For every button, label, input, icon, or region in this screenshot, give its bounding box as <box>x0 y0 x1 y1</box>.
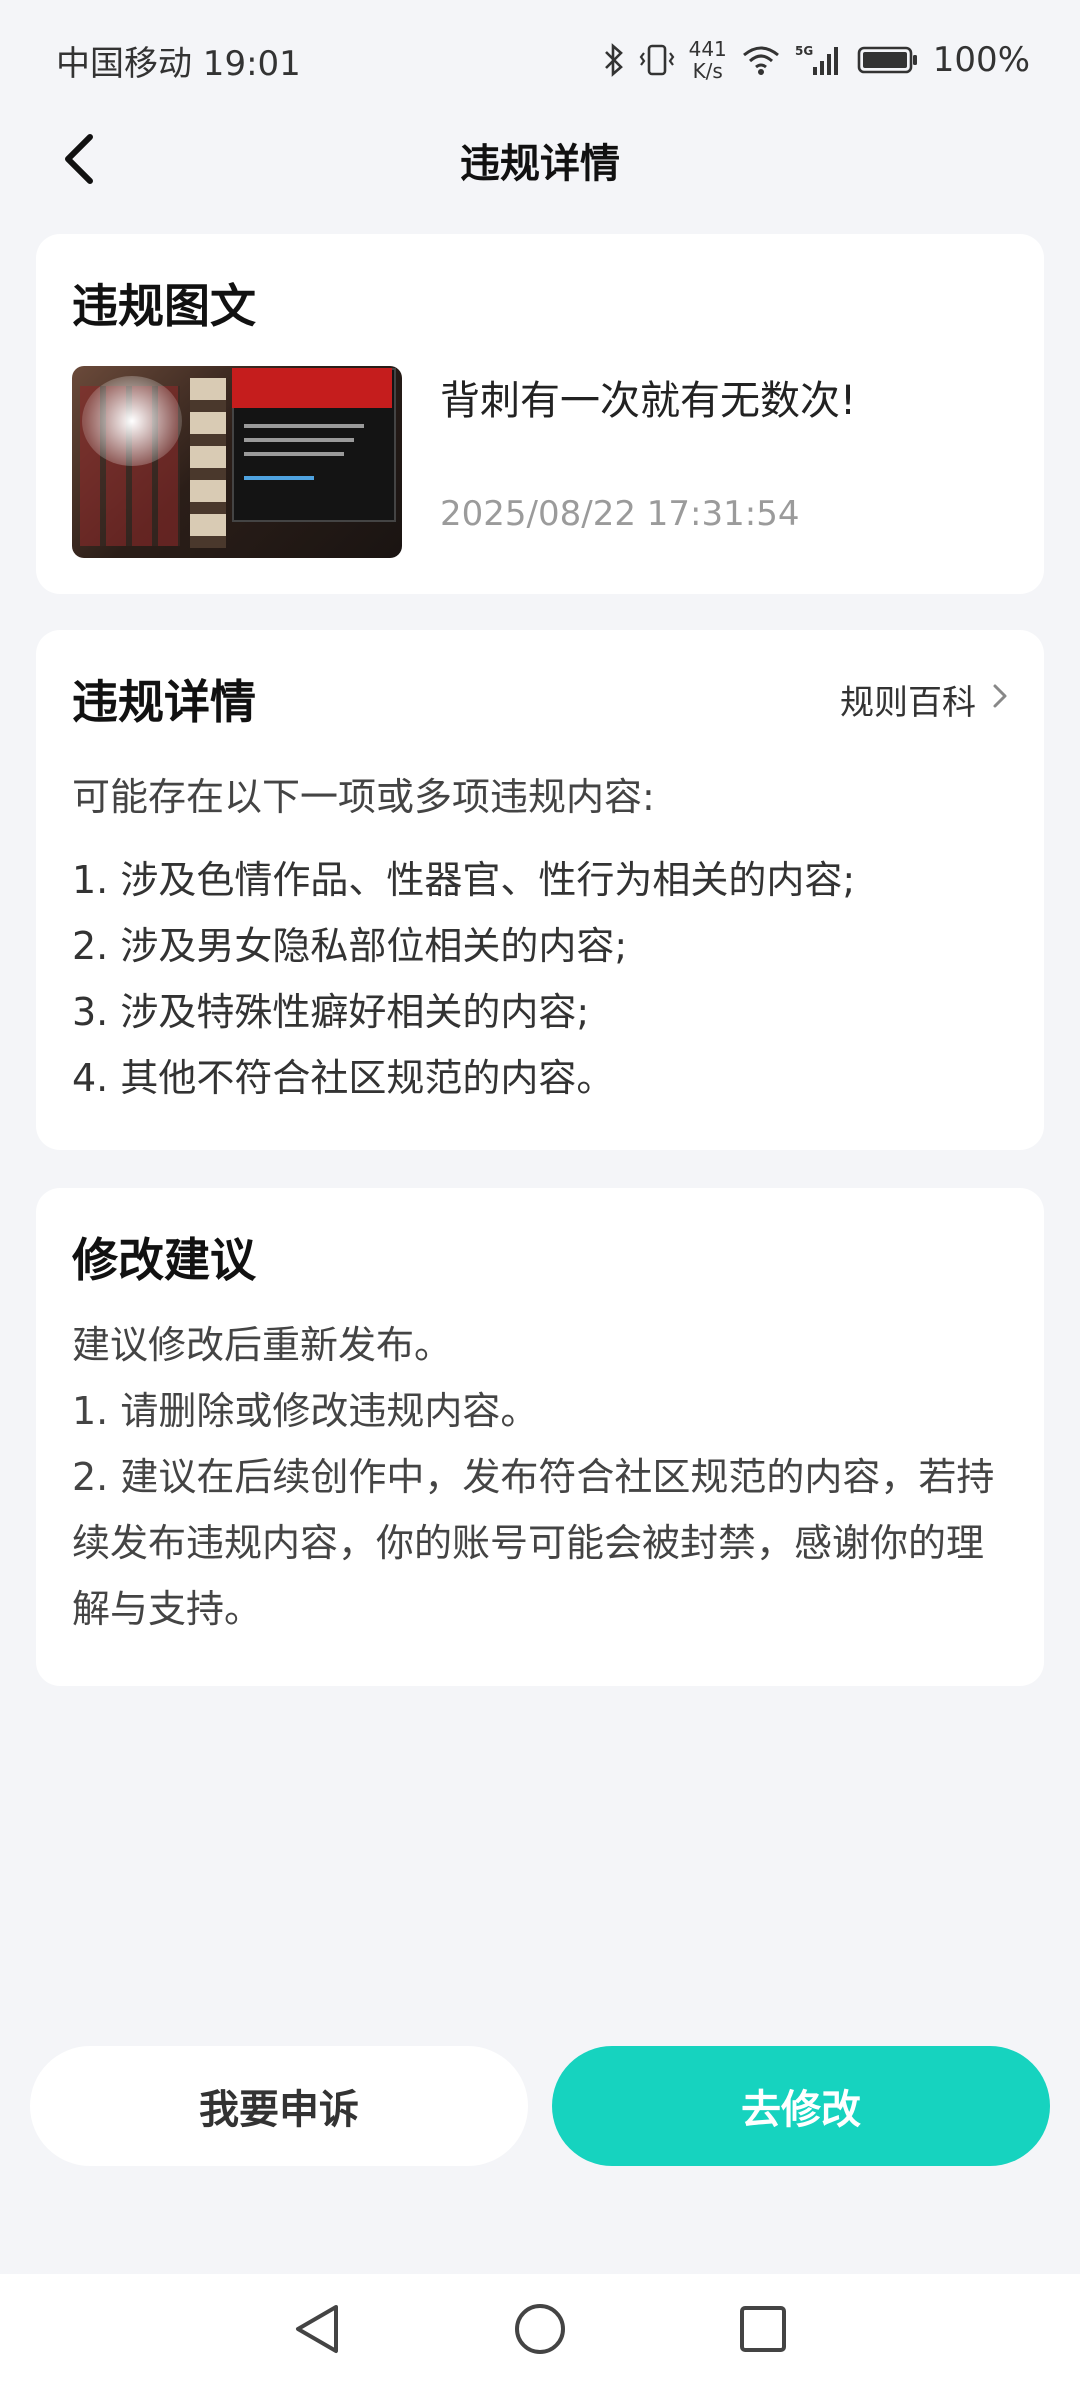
list-item: 3. 涉及特殊性癖好相关的内容; <box>72 990 590 1034</box>
carrier-time: 中国移动 19:01 <box>56 43 301 84</box>
post-text: 背刺有一次就有无数次! <box>440 378 857 424</box>
rules-link-label: 规则百科 <box>840 682 976 723</box>
suggestion-text: 建议修改后重新发布。 1. 请删除或修改违规内容。 2. 建议在后续创作中，发布… <box>72 1312 1008 1642</box>
appeal-button[interactable]: 我要申诉 <box>30 2046 528 2166</box>
battery-icon <box>857 43 919 77</box>
card-header: 违规详情 规则百科 <box>72 666 1008 732</box>
bluetooth-icon <box>603 43 625 77</box>
net-speed: 441 K/s <box>689 38 727 82</box>
section-title: 修改建议 <box>72 1233 256 1287</box>
top-bar: 违规详情 <box>0 120 1080 200</box>
violation-list: 1. 涉及色情作品、性器官、性行为相关的内容; 2. 涉及男女隐私部位相关的内容… <box>72 847 1008 1111</box>
violation-intro: 可能存在以下一项或多项违规内容: <box>72 775 655 819</box>
network-type-label: 5G <box>795 44 813 58</box>
post-info: 背刺有一次就有无数次! 2025/08/22 17:31:54 <box>440 366 1008 558</box>
battery-percent: 100% <box>932 40 1030 80</box>
suggestion-line: 1. 请删除或修改违规内容。 <box>72 1389 539 1433</box>
back-arrow-icon <box>62 133 96 189</box>
wifi-icon <box>741 43 781 77</box>
vibrate-icon <box>639 43 675 77</box>
list-item: 1. 涉及色情作品、性器官、性行为相关的内容; <box>72 858 856 902</box>
system-nav-bar <box>0 2274 1080 2388</box>
section-title: 违规详情 <box>72 675 256 729</box>
nav-recents-icon[interactable] <box>738 2304 788 2358</box>
chevron-right-icon <box>992 679 1008 719</box>
signal-icon: 5G <box>795 43 843 77</box>
section-title: 违规图文 <box>72 279 256 333</box>
back-button[interactable] <box>52 134 106 188</box>
nav-back-icon[interactable] <box>292 2301 342 2361</box>
list-item: 4. 其他不符合社区规范的内容。 <box>72 1056 615 1100</box>
violation-details-card: 违规详情 规则百科 可能存在以下一项或多项违规内容: 1. 涉及色情作品、性器官… <box>36 630 1044 1150</box>
net-speed-value: 441 <box>688 37 727 61</box>
net-speed-unit: K/s <box>692 59 723 83</box>
status-bar: 中国移动 19:01 441 K/s 5G 100% <box>0 0 1080 120</box>
violating-post-card: 违规图文 背刺有一次就有无数次! 2025/08/22 17:31:54 <box>36 234 1044 594</box>
post-time: 2025/08/22 17:31:54 <box>440 494 800 534</box>
rules-encyclopedia-link[interactable]: 规则百科 <box>840 675 1008 724</box>
suggestion-line: 2. 建议在后续创作中，发布符合社区规范的内容，若持续发布违规内容，你的账号可能… <box>72 1455 995 1631</box>
page-title: 违规详情 <box>460 141 620 187</box>
suggestion-line: 建议修改后重新发布。 <box>72 1323 453 1367</box>
list-item: 2. 涉及男女隐私部位相关的内容; <box>72 924 628 968</box>
status-icons: 441 K/s 5G 100% <box>603 38 1030 82</box>
suggestion-card: 修改建议 建议修改后重新发布。 1. 请删除或修改违规内容。 2. 建议在后续创… <box>36 1188 1044 1686</box>
post-row[interactable]: 背刺有一次就有无数次! 2025/08/22 17:31:54 <box>72 366 1008 558</box>
nav-home-icon[interactable] <box>512 2301 568 2361</box>
post-thumbnail[interactable] <box>72 366 402 558</box>
edit-button[interactable]: 去修改 <box>552 2046 1050 2166</box>
